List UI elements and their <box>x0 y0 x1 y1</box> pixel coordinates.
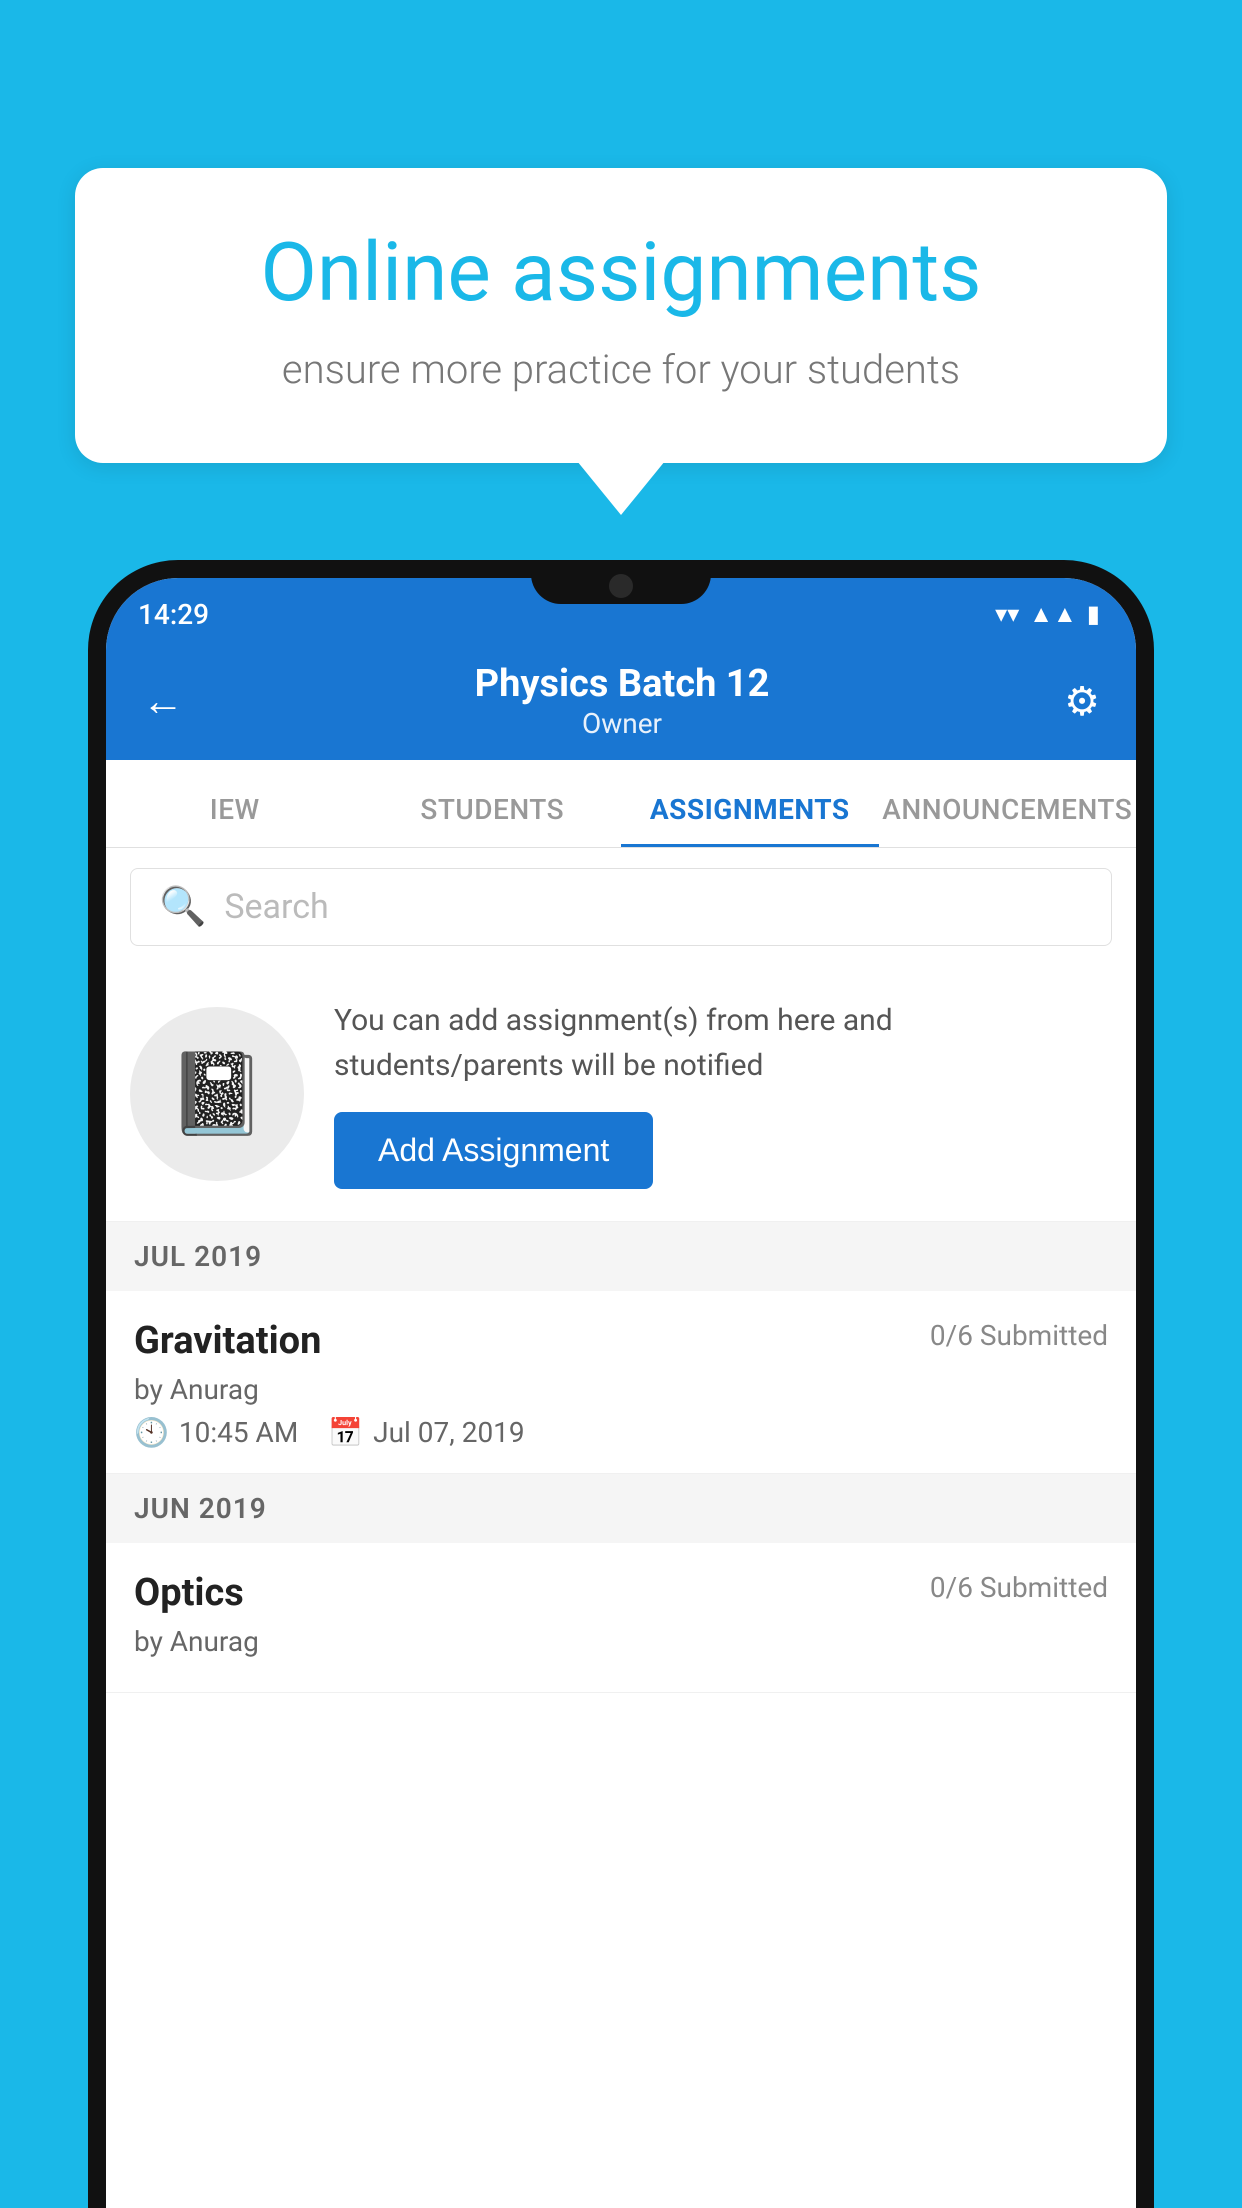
phone-screen: 14:29 ▾▾ ▲▲ ▮ ← Physics Batch 12 Owner ⚙… <box>106 578 1136 2208</box>
assignment-meta-gravitation: 🕙 10:45 AM 📅 Jul 07, 2019 <box>134 1416 1108 1449</box>
promo-content: You can add assignment(s) from here and … <box>334 998 1108 1189</box>
status-icons: ▾▾ ▲▲ ▮ <box>995 592 1100 629</box>
search-icon: 🔍 <box>159 885 206 929</box>
battery-icon: ▮ <box>1087 600 1100 628</box>
clock-icon: 🕙 <box>134 1416 169 1449</box>
assignment-author-optics: by Anurag <box>134 1625 1108 1658</box>
add-assignment-promo: 📓 You can add assignment(s) from here an… <box>106 966 1136 1222</box>
phone-camera <box>609 574 633 598</box>
app-bar-subtitle: Owner <box>204 707 1040 740</box>
tab-announcements[interactable]: ANNOUNCEMENTS <box>879 793 1137 847</box>
meta-date-gravitation: 📅 Jul 07, 2019 <box>328 1416 524 1449</box>
tab-bar: IEW STUDENTS ASSIGNMENTS ANNOUNCEMENTS <box>106 760 1136 848</box>
calendar-icon: 📅 <box>328 1416 363 1449</box>
speech-bubble-subtitle: ensure more practice for your students <box>135 346 1107 393</box>
search-bar: 🔍 Search <box>106 848 1136 966</box>
search-input-wrapper[interactable]: 🔍 Search <box>130 868 1112 946</box>
assignment-item-gravitation[interactable]: Gravitation 0/6 Submitted by Anurag 🕙 10… <box>106 1291 1136 1474</box>
tab-students[interactable]: STUDENTS <box>364 793 622 847</box>
phone-frame: 14:29 ▾▾ ▲▲ ▮ ← Physics Batch 12 Owner ⚙… <box>88 560 1154 2208</box>
assignment-name-optics: Optics <box>134 1571 244 1615</box>
status-time: 14:29 <box>138 590 209 631</box>
settings-icon[interactable]: ⚙ <box>1064 678 1100 725</box>
assignment-name-gravitation: Gravitation <box>134 1319 321 1363</box>
signal-icon: ▲▲ <box>1029 600 1077 629</box>
section-header-jul: JUL 2019 <box>106 1222 1136 1291</box>
assignment-item-optics[interactable]: Optics 0/6 Submitted by Anurag <box>106 1543 1136 1693</box>
app-bar-title-area: Physics Batch 12 Owner <box>204 662 1040 741</box>
wifi-icon: ▾▾ <box>995 600 1019 628</box>
promo-icon-circle: 📓 <box>130 1007 304 1181</box>
assignment-header-gravitation: Gravitation 0/6 Submitted <box>134 1319 1108 1363</box>
meta-time-gravitation: 🕙 10:45 AM <box>134 1416 298 1449</box>
tab-assignments[interactable]: ASSIGNMENTS <box>621 793 879 847</box>
speech-bubble-title: Online assignments <box>135 228 1107 318</box>
app-bar-title: Physics Batch 12 <box>204 662 1040 708</box>
promo-text: You can add assignment(s) from here and … <box>334 998 1108 1088</box>
assignment-submitted-gravitation: 0/6 Submitted <box>930 1319 1108 1352</box>
speech-bubble: Online assignments ensure more practice … <box>75 168 1167 463</box>
back-button[interactable]: ← <box>142 677 184 726</box>
assignment-time-gravitation: 10:45 AM <box>179 1416 298 1449</box>
add-assignment-button[interactable]: Add Assignment <box>334 1112 653 1189</box>
app-bar: ← Physics Batch 12 Owner ⚙ <box>106 642 1136 760</box>
section-header-jun: JUN 2019 <box>106 1474 1136 1543</box>
assignment-date-gravitation: Jul 07, 2019 <box>373 1416 525 1449</box>
tab-iew[interactable]: IEW <box>106 793 364 847</box>
assignment-header-optics: Optics 0/6 Submitted <box>134 1571 1108 1615</box>
assignment-submitted-optics: 0/6 Submitted <box>930 1571 1108 1604</box>
phone-notch <box>531 560 711 604</box>
notebook-icon: 📓 <box>167 1047 267 1141</box>
search-placeholder: Search <box>224 887 328 927</box>
screen-content: 🔍 Search 📓 You can add assignment(s) fro… <box>106 848 1136 2208</box>
assignment-author-gravitation: by Anurag <box>134 1373 1108 1406</box>
